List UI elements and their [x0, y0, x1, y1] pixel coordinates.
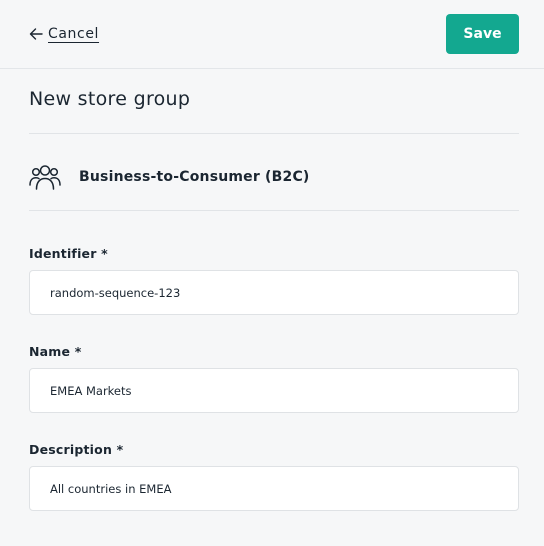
group-type-label: Business-to-Consumer (B2C) — [79, 169, 310, 185]
identifier-label: Identifier * — [29, 246, 108, 261]
cancel-label[interactable]: Cancel — [48, 26, 99, 42]
identifier-input[interactable] — [29, 270, 519, 315]
cancel-link[interactable]: Cancel — [28, 22, 99, 46]
description-label: Description * — [29, 442, 124, 457]
divider — [29, 210, 519, 211]
name-input[interactable] — [29, 368, 519, 413]
save-button[interactable]: Save — [446, 14, 519, 54]
name-label: Name * — [29, 344, 82, 359]
description-input[interactable] — [29, 466, 519, 511]
page-title: New store group — [29, 88, 191, 110]
divider — [29, 133, 519, 134]
arrow-left-icon — [29, 28, 43, 40]
group-type-row: Business-to-Consumer (B2C) — [29, 160, 310, 194]
users-icon — [29, 165, 61, 190]
top-bar: Cancel Save — [0, 0, 544, 69]
